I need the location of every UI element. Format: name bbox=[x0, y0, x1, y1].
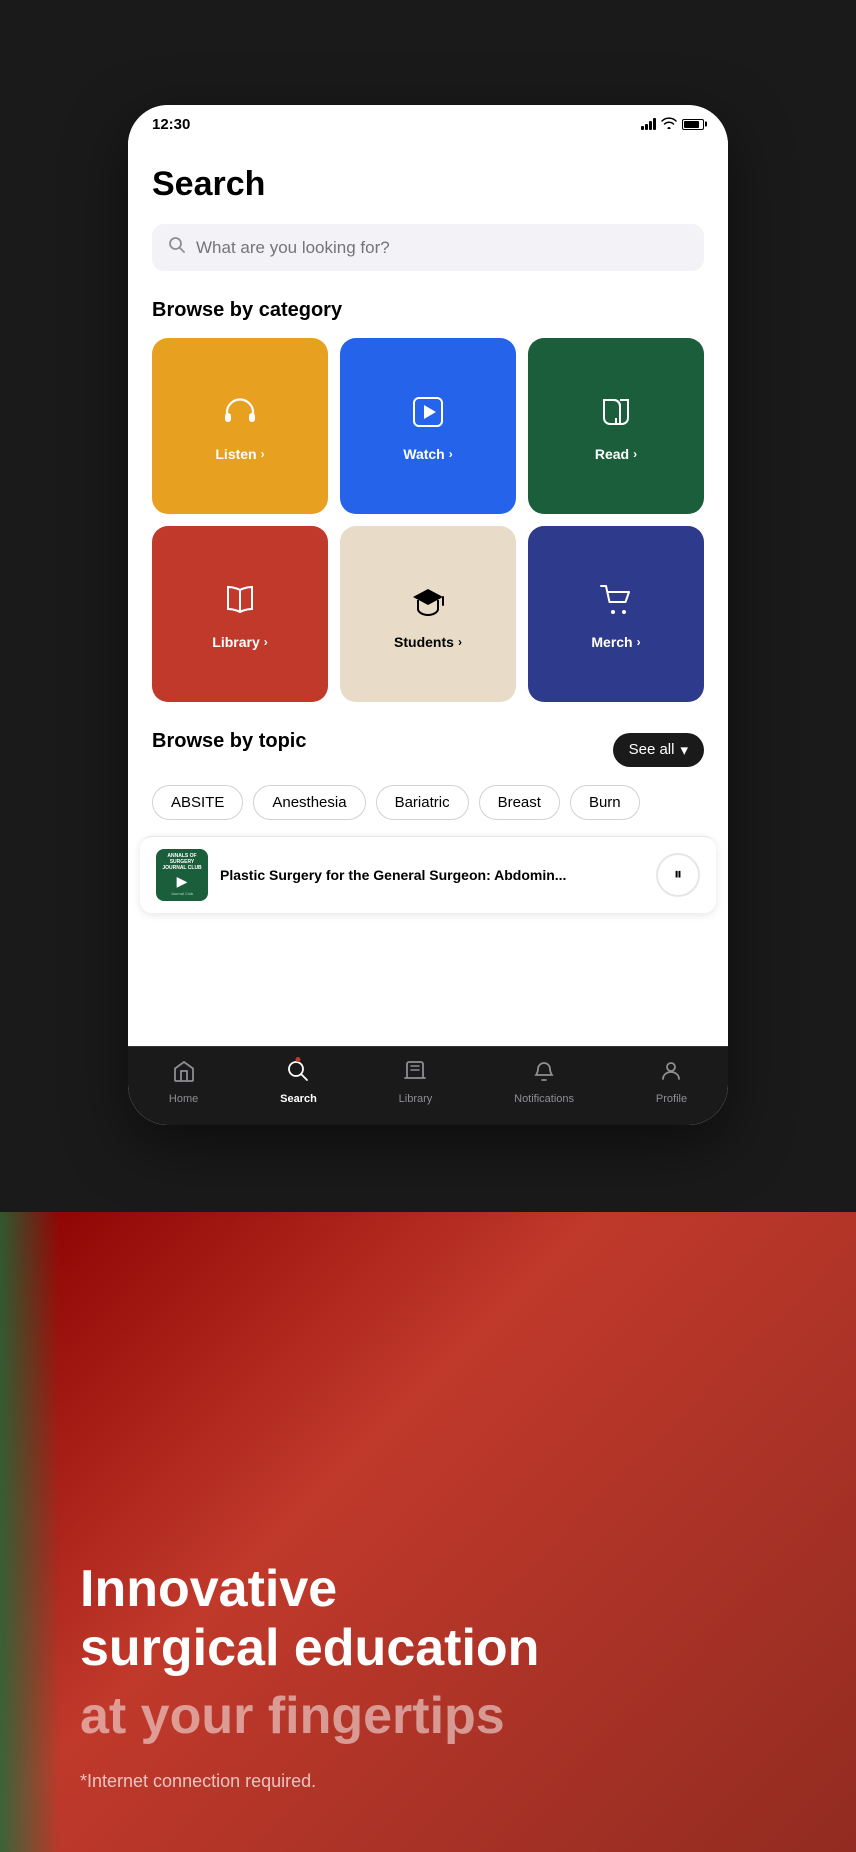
category-merch[interactable]: Merch › bbox=[528, 526, 704, 702]
category-section-title: Browse by category bbox=[152, 299, 704, 322]
thumb-text-bottom: Journal Club bbox=[171, 892, 193, 896]
page-title: Search bbox=[152, 165, 704, 204]
category-students[interactable]: Students › bbox=[340, 526, 516, 702]
topic-bariatric[interactable]: Bariatric bbox=[376, 785, 469, 820]
category-grid: Listen › Watch bbox=[152, 338, 704, 702]
pause-button[interactable]: ⏸ bbox=[656, 853, 700, 897]
category-read[interactable]: Read › bbox=[528, 338, 704, 514]
category-watch[interactable]: Watch › bbox=[340, 338, 516, 514]
nav-home[interactable]: Home bbox=[157, 1055, 210, 1109]
mini-player-left: ANNALS OFSURGERYJOURNAL CLUB ▶ Journal C… bbox=[156, 849, 656, 901]
topic-absite[interactable]: ABSITE bbox=[152, 785, 243, 820]
mini-player[interactable]: ANNALS OFSURGERYJOURNAL CLUB ▶ Journal C… bbox=[140, 836, 716, 913]
topic-header: Browse by topic See all ▾ bbox=[152, 730, 704, 769]
phone-frame: 12:30 Search bbox=[128, 105, 728, 1125]
students-label: Students › bbox=[394, 634, 462, 650]
nav-profile[interactable]: Profile bbox=[644, 1055, 699, 1109]
topic-burn[interactable]: Burn bbox=[570, 785, 640, 820]
nav-notifications-label: Notifications bbox=[514, 1093, 574, 1105]
nav-library-label: Library bbox=[399, 1093, 433, 1105]
see-all-button[interactable]: See all ▾ bbox=[613, 733, 704, 767]
category-library[interactable]: Library › bbox=[152, 526, 328, 702]
nav-library[interactable]: Library bbox=[387, 1055, 445, 1109]
page-content: Search Browse by category bbox=[128, 141, 728, 836]
read-label: Read › bbox=[595, 446, 637, 462]
status-icons bbox=[641, 117, 704, 132]
chevron-down-icon: ▾ bbox=[680, 741, 688, 759]
category-listen[interactable]: Listen › bbox=[152, 338, 328, 514]
search-input[interactable] bbox=[196, 238, 688, 258]
topic-section-title: Browse by topic bbox=[152, 730, 306, 753]
home-icon bbox=[172, 1059, 196, 1089]
cart-icon bbox=[598, 582, 634, 626]
mini-player-info: Plastic Surgery for the General Surgeon:… bbox=[220, 866, 656, 884]
topic-breast[interactable]: Breast bbox=[479, 785, 560, 820]
headphones-icon bbox=[222, 394, 258, 438]
marketing-section: Innovativesurgical education at your fin… bbox=[0, 1212, 856, 1852]
mini-player-title: Plastic Surgery for the General Surgeon:… bbox=[220, 866, 656, 884]
wifi-icon bbox=[661, 117, 677, 132]
search-icon bbox=[168, 236, 186, 259]
nav-dot bbox=[296, 1057, 301, 1062]
app-content: Search Browse by category bbox=[128, 141, 728, 1125]
nav-profile-label: Profile bbox=[656, 1093, 687, 1105]
mini-player-thumbnail: ANNALS OFSURGERYJOURNAL CLUB ▶ Journal C… bbox=[156, 849, 208, 901]
thumb-text-top: ANNALS OFSURGERYJOURNAL CLUB bbox=[162, 853, 201, 871]
signal-icon bbox=[641, 118, 656, 130]
marketing-note: *Internet connection required. bbox=[80, 1771, 796, 1792]
listen-label: Listen › bbox=[215, 446, 264, 462]
graduation-icon bbox=[410, 582, 446, 626]
bookopen-icon bbox=[222, 582, 258, 626]
marketing-subtitle: at your fingertips bbox=[80, 1687, 796, 1747]
topic-anesthesia[interactable]: Anesthesia bbox=[253, 785, 365, 820]
person-icon bbox=[659, 1059, 683, 1089]
library-label: Library › bbox=[212, 634, 267, 650]
merch-label: Merch › bbox=[591, 634, 640, 650]
nav-search-label: Search bbox=[280, 1093, 317, 1105]
thumb-play-icon: ▶ bbox=[177, 873, 188, 890]
bell-icon bbox=[532, 1059, 556, 1089]
bottom-nav: Home Search bbox=[128, 1046, 728, 1125]
status-time: 12:30 bbox=[152, 116, 190, 133]
search-bar[interactable] bbox=[152, 224, 704, 271]
play-icon bbox=[410, 394, 446, 438]
nav-home-label: Home bbox=[169, 1093, 198, 1105]
marketing-title: Innovativesurgical education bbox=[80, 1560, 796, 1680]
watch-label: Watch › bbox=[403, 446, 452, 462]
main-scroll: Search Browse by category bbox=[128, 141, 728, 1046]
search-nav-icon bbox=[286, 1059, 310, 1089]
library-nav-icon bbox=[403, 1059, 427, 1089]
nav-search[interactable]: Search bbox=[268, 1055, 329, 1109]
pause-icon: ⏸ bbox=[674, 866, 682, 884]
status-bar: 12:30 bbox=[128, 105, 728, 141]
battery-icon bbox=[682, 119, 704, 130]
nav-notifications[interactable]: Notifications bbox=[502, 1055, 586, 1109]
topic-pills: ABSITE Anesthesia Bariatric Breast Burn bbox=[152, 785, 704, 836]
marketing-image-overlay bbox=[0, 1212, 60, 1852]
book-icon bbox=[598, 394, 634, 438]
